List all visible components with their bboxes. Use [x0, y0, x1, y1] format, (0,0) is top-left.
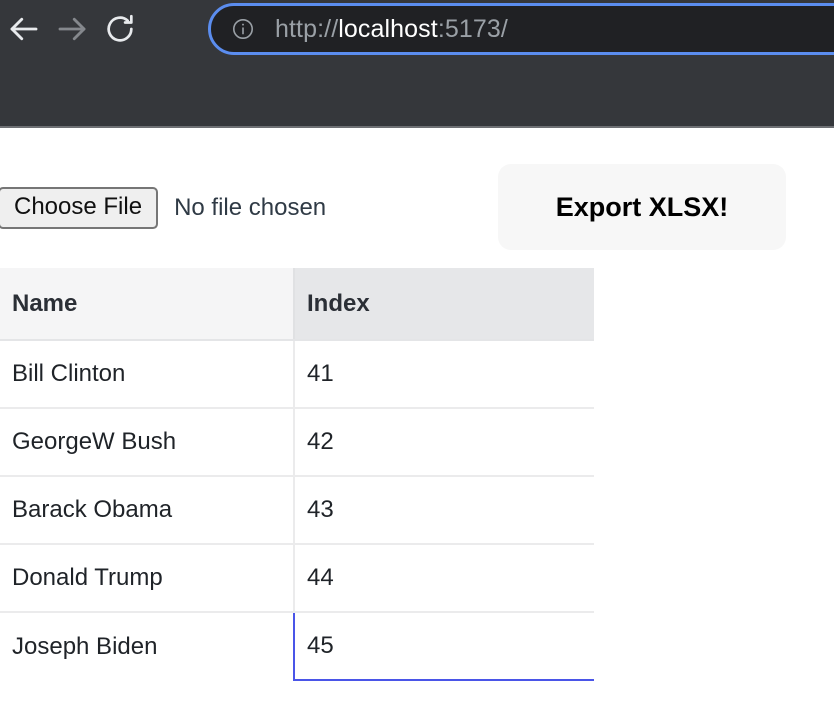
file-status-label: No file chosen	[174, 194, 326, 222]
browser-nav-bar	[0, 0, 144, 58]
table-header-row: Name Index	[0, 268, 594, 340]
export-xlsx-button[interactable]: Export XLSX!	[498, 164, 786, 250]
url-scheme: http://	[275, 15, 338, 43]
reload-button[interactable]	[96, 5, 144, 53]
table-row[interactable]: Barack Obama 43	[0, 476, 594, 544]
column-header-index[interactable]: Index	[294, 268, 594, 340]
forward-button[interactable]	[48, 5, 96, 53]
page-content: Choose File No file chosen Export XLSX! …	[0, 130, 834, 704]
cell-name[interactable]: Donald Trump	[0, 544, 294, 612]
table-row[interactable]: Donald Trump 44	[0, 544, 594, 612]
browser-chrome: http://localhost:5173/	[0, 0, 834, 128]
back-button[interactable]	[0, 5, 48, 53]
arrow-right-icon	[54, 11, 90, 47]
reload-icon	[103, 12, 137, 46]
cell-name[interactable]: Joseph Biden	[0, 612, 294, 680]
column-header-name[interactable]: Name	[0, 268, 294, 340]
data-table: Name Index Bill Clinton 41 GeorgeW Bush …	[0, 268, 594, 681]
cell-index[interactable]: 41	[294, 340, 594, 408]
choose-file-button[interactable]: Choose File	[0, 187, 158, 229]
arrow-left-icon	[6, 11, 42, 47]
cell-index[interactable]: 43	[294, 476, 594, 544]
cell-name[interactable]: GeorgeW Bush	[0, 408, 294, 476]
file-input[interactable]: Choose File No file chosen	[0, 187, 326, 229]
cell-index-focused[interactable]: 45	[294, 612, 594, 680]
cell-index[interactable]: 44	[294, 544, 594, 612]
url-path: :5173/	[438, 15, 508, 43]
table-row[interactable]: Joseph Biden 45	[0, 612, 594, 680]
cell-name[interactable]: Barack Obama	[0, 476, 294, 544]
url-host: localhost	[338, 15, 438, 43]
table-row[interactable]: Bill Clinton 41	[0, 340, 594, 408]
table-row[interactable]: GeorgeW Bush 42	[0, 408, 594, 476]
info-circle-icon[interactable]	[231, 17, 255, 41]
cell-name[interactable]: Bill Clinton	[0, 340, 294, 408]
address-bar[interactable]: http://localhost:5173/	[208, 3, 834, 55]
address-bar-url: http://localhost:5173/	[275, 15, 508, 44]
cell-index[interactable]: 42	[294, 408, 594, 476]
